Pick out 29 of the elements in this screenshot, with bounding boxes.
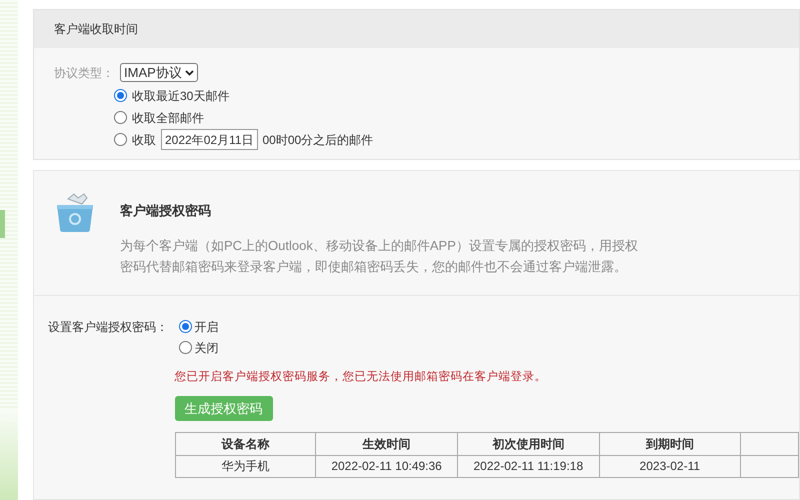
chevron-down-icon xyxy=(184,70,194,76)
table-cell: 2023-02-11 xyxy=(599,455,740,478)
column-header: 到期时间 xyxy=(599,432,740,456)
table-cell: 2022-02-11 11:19:18 xyxy=(457,455,600,478)
mailbox-icon xyxy=(54,191,96,233)
radio-label: 关闭 xyxy=(194,340,219,356)
section-title: 客户端收取时间 xyxy=(54,21,138,38)
column-header: 设备名称 xyxy=(175,432,316,456)
table-cell: 2022-02-11 10:49:36 xyxy=(316,455,458,478)
radio-button[interactable] xyxy=(178,320,192,333)
column-header: 生效时间 xyxy=(316,432,458,456)
radio-label: 收取 xyxy=(132,132,156,148)
auth-description: 为每个客户端（如PC上的Outlook、移动设备上的邮件APP）设置专属的授权密码，用授权密码代替邮箱密码来登录客户端，即使邮箱密码丢失，您的邮件也不会通过客户端泄露。 xyxy=(120,236,639,276)
radio-button[interactable] xyxy=(114,133,127,146)
column-header: 初次使用时间 xyxy=(457,432,600,456)
radio-label: 开启 xyxy=(194,318,219,336)
protocol-select[interactable]: IMAP协议 xyxy=(120,63,198,82)
radio-button[interactable] xyxy=(114,89,127,102)
auth-title: 客户端授权密码 xyxy=(120,202,212,220)
protocol-label: 协议类型： xyxy=(54,64,114,82)
time-suffix: 00时00分之后的邮件 xyxy=(262,132,374,148)
warning-text: 您已开启客户端授权密码服务，您已无法使用邮箱密码在客户端登录。 xyxy=(174,369,548,384)
radio-button[interactable] xyxy=(178,341,192,354)
auth-setting-label: 设置客户端授权密码： xyxy=(48,318,169,336)
date-field[interactable]: 2022年02月11日 xyxy=(161,129,258,150)
radio-label: 收取最近30天邮件 xyxy=(132,88,230,104)
radio-label: 收取全部邮件 xyxy=(132,110,204,126)
radio-button[interactable] xyxy=(114,111,127,124)
table-cell: 华为手机 xyxy=(175,455,316,478)
